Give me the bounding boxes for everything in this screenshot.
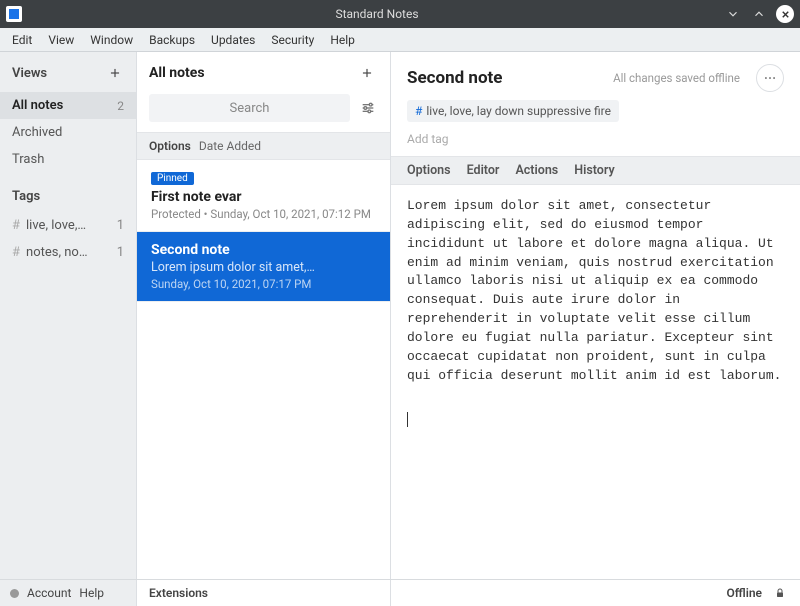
search-input[interactable]: Search [149,94,350,122]
sidebar-item-trash[interactable]: Trash [0,146,136,173]
note-title: First note evar [151,189,376,205]
menu-backups[interactable]: Backups [143,31,201,49]
menu-edit[interactable]: Edit [6,31,38,49]
options-link[interactable]: Options [149,139,191,153]
tag-count: 1 [117,245,124,260]
tag-count: 1 [117,218,124,233]
menu-updates[interactable]: Updates [205,31,261,49]
tag-chip[interactable]: # live, love, lay down suppressive fire [407,100,619,122]
window-close-button[interactable] [776,5,794,23]
add-tag-input[interactable]: Add tag [391,128,800,156]
notes-list-heading: All notes [149,65,205,81]
note-title: Second note [151,242,376,258]
editor-text: Lorem ipsum dolor sit amet, consectetur … [407,198,781,383]
sidebar-item-label: Archived [12,125,62,140]
window-titlebar: Standard Notes [0,0,800,28]
add-note-button[interactable] [356,62,378,84]
editor-tab-options[interactable]: Options [407,163,451,178]
sidebar-tag[interactable]: # live, love,… 1 [0,212,136,239]
note-list-item[interactable]: Pinned First note evar Protected • Sunda… [137,160,390,232]
sidebar-item-label: All notes [12,98,63,113]
note-meta: Protected • Sunday, Oct 10, 2021, 07:12 … [151,207,376,221]
sort-indicator[interactable]: Date Added [199,139,261,153]
filter-button[interactable] [358,98,378,118]
offline-status: Offline [727,586,763,600]
note-meta: Sunday, Oct 10, 2021, 07:17 PM [151,277,376,291]
sidebar-item-all-notes[interactable]: All notes 2 [0,92,136,119]
ellipsis-icon [763,71,777,85]
hash-icon: # [415,104,422,118]
window-maximize-button[interactable] [750,5,768,23]
editor-title[interactable]: Second note [407,68,605,88]
note-preview: Lorem ipsum dolor sit amet,… [151,260,376,275]
plus-icon [360,66,374,80]
sidebar: Views All notes 2 Archived Trash Tags # … [0,52,137,579]
save-status: All changes saved offline [613,71,740,85]
tag-chip-label: live, love, lay down suppressive fire [426,104,611,118]
sliders-icon [360,100,376,116]
text-cursor [407,412,408,427]
views-heading: Views [12,66,47,81]
tags-heading: Tags [12,189,40,204]
window-minimize-button[interactable] [724,5,742,23]
account-link[interactable]: Account [27,586,71,600]
hash-icon: # [12,218,20,233]
note-list-item[interactable]: Second note Lorem ipsum dolor sit amet,…… [137,232,390,302]
sidebar-item-label: Trash [12,152,44,167]
statusbar: Account Help Extensions Offline [0,579,800,606]
tag-name: live, love,… [26,218,111,233]
menubar: Edit View Window Backups Updates Securit… [0,28,800,52]
window-title: Standard Notes [30,7,724,21]
editor-body[interactable]: Lorem ipsum dolor sit amet, consectetur … [391,185,800,579]
editor-tab-actions[interactable]: Actions [515,163,558,178]
sidebar-item-count: 2 [117,99,124,113]
add-view-button[interactable] [104,62,126,84]
hash-icon: # [12,245,20,260]
notes-list: All notes Search Options Date Added Pinn… [137,52,391,579]
sidebar-item-archived[interactable]: Archived [0,119,136,146]
menu-help[interactable]: Help [324,31,361,49]
app-icon [6,6,22,22]
status-dot-icon [10,589,19,598]
menu-window[interactable]: Window [84,31,139,49]
search-placeholder: Search [230,101,270,116]
editor-pane: Second note All changes saved offline # … [391,52,800,579]
plus-icon [108,66,122,80]
menu-security[interactable]: Security [265,31,320,49]
tag-name: notes, no… [26,245,111,260]
editor-tab-history[interactable]: History [574,163,614,178]
more-options-button[interactable] [756,64,784,92]
extensions-link[interactable]: Extensions [149,586,208,600]
pinned-badge: Pinned [151,172,194,185]
lock-icon[interactable] [774,587,786,599]
menu-view[interactable]: View [42,31,80,49]
sidebar-tag[interactable]: # notes, no… 1 [0,239,136,266]
help-link[interactable]: Help [79,586,104,600]
editor-tab-editor[interactable]: Editor [467,163,500,178]
